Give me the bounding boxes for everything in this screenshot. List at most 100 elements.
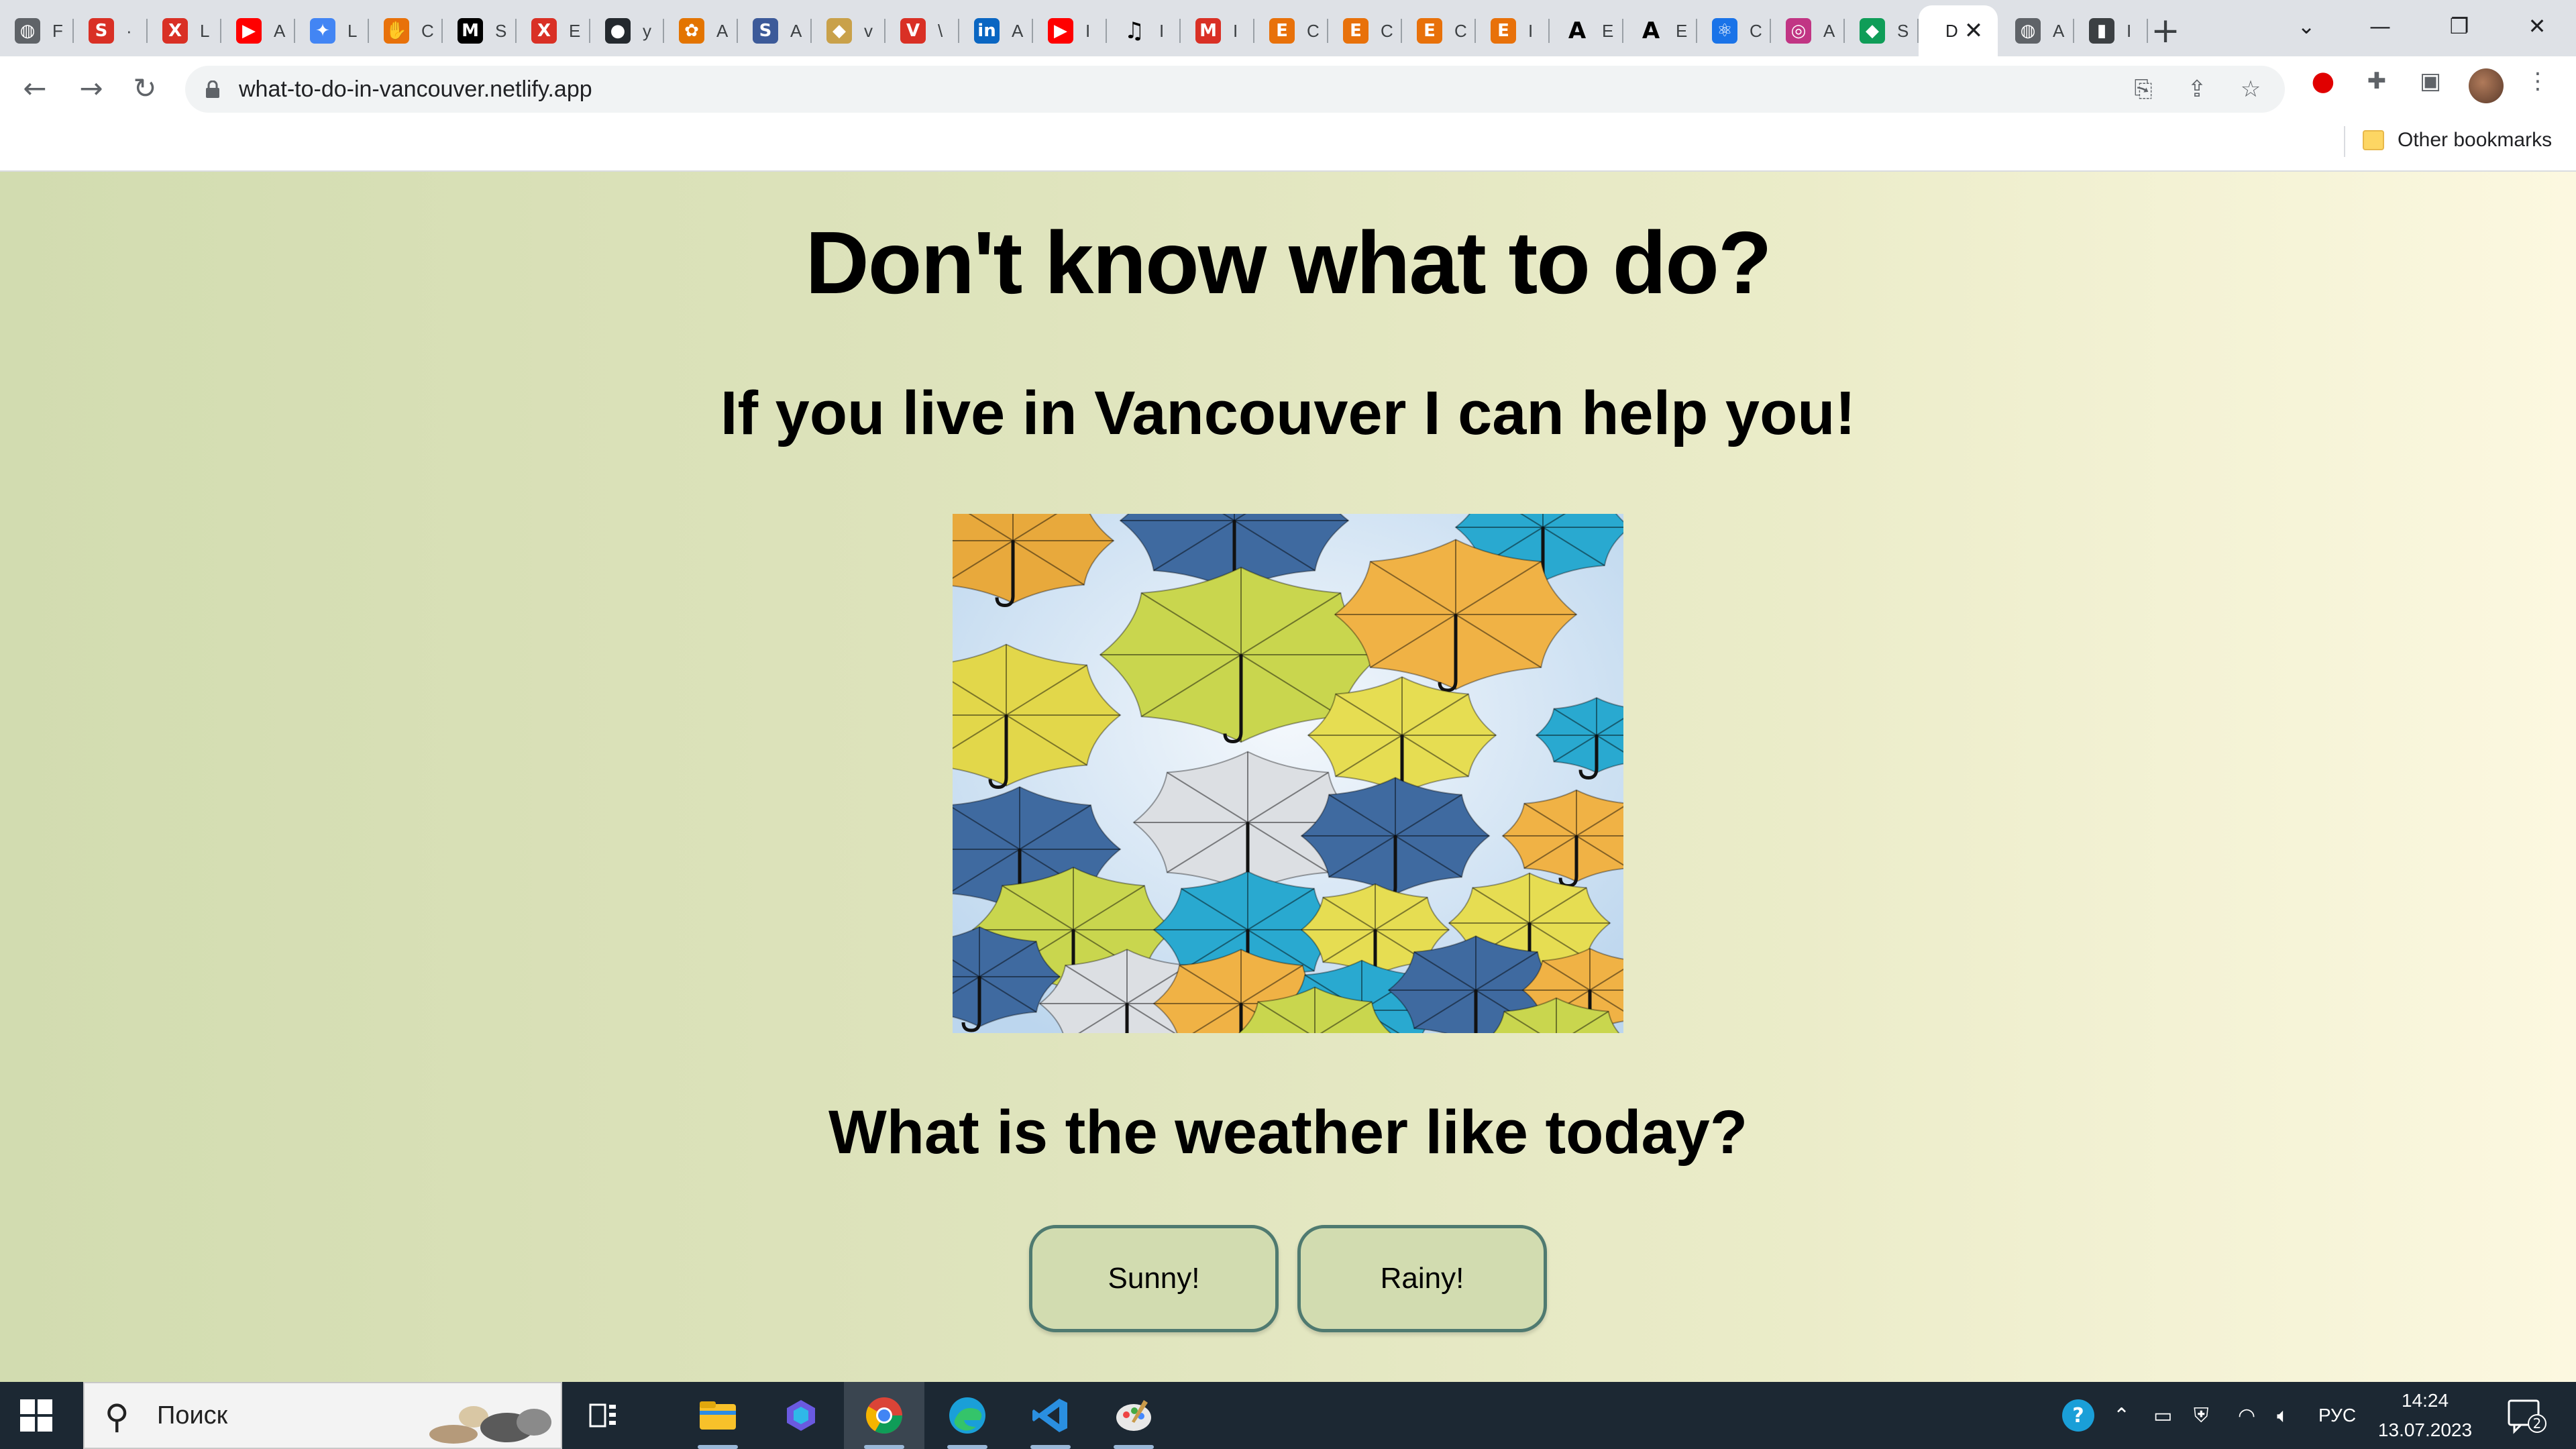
tab[interactable]: ✋ C [369, 5, 443, 56]
clock-time: 14:24 [2401, 1390, 2449, 1411]
tab[interactable]: ◎ A [1771, 5, 1845, 56]
tab[interactable]: EC [1402, 5, 1476, 56]
tab[interactable]: ◆ v [812, 5, 885, 56]
globe-icon: ◍ [2015, 18, 2041, 44]
tab[interactable]: EI [1476, 5, 1550, 56]
restore-button[interactable]: ❐ [2439, 9, 2479, 43]
tab[interactable]: ◆ S [1845, 5, 1919, 56]
tab[interactable]: SA [738, 5, 812, 56]
tab[interactable]: AE [1623, 5, 1697, 56]
translate-icon[interactable]: ⎘ [2128, 74, 2159, 105]
minimize-button[interactable]: — [2360, 9, 2400, 43]
globe-icon: ◍ [15, 18, 40, 44]
tab[interactable]: ● y [590, 5, 664, 56]
tab[interactable]: in A [959, 5, 1033, 56]
tab-title: L [200, 20, 210, 41]
page-content: Don't know what to do? If you live in Va… [0, 172, 2576, 1382]
tab[interactable]: ▮ I [2074, 5, 2148, 56]
puzzle-icon: ✦ [310, 18, 335, 44]
vscode-icon[interactable] [1010, 1382, 1091, 1449]
tab[interactable]: AE [1550, 5, 1623, 56]
browser-toolbar: ← → ↻ what-to-do-in-vancouver.netlify.ap… [0, 56, 2576, 172]
reload-button[interactable]: ↻ [125, 68, 165, 109]
notifications-count: 2 [2533, 1415, 2542, 1432]
tab[interactable]: ◍ F [0, 5, 74, 56]
share-icon[interactable]: ⇪ [2182, 74, 2212, 105]
figure-icon: X [162, 18, 188, 44]
rainy-button[interactable]: Rainy! [1297, 1225, 1547, 1332]
clock-date: 13.07.2023 [2377, 1419, 2473, 1440]
other-bookmarks-button[interactable]: Other bookmarks [2363, 123, 2552, 157]
tab[interactable]: ♫ I [1107, 5, 1181, 56]
tab-divider [2147, 19, 2148, 43]
tab-title: I [1528, 20, 1534, 41]
github-icon: ● [605, 18, 631, 44]
tab[interactable]: ◍ A [2000, 5, 2074, 56]
search-highlight-stones-icon [429, 1406, 551, 1444]
back-button[interactable]: ← [15, 68, 55, 109]
language-indicator[interactable]: РУС [2318, 1382, 2356, 1449]
url-text[interactable]: what-to-do-in-vancouver.netlify.app [239, 66, 592, 113]
tab[interactable]: MI [1181, 5, 1254, 56]
figure-icon: X [531, 18, 557, 44]
chrome-icon[interactable] [844, 1382, 924, 1449]
tab[interactable]: ▶ I [1033, 5, 1107, 56]
tab[interactable]: EC [1328, 5, 1402, 56]
windows-start-icon[interactable] [20, 1399, 52, 1432]
close-window-button[interactable]: ✕ [2517, 9, 2557, 43]
show-hidden-icons-chevron-icon[interactable]: ⌃ [2113, 1382, 2130, 1449]
tab[interactable]: ✿ A [664, 5, 738, 56]
notifications-button[interactable]: 2 [2506, 1382, 2546, 1449]
tab-title: C [1454, 20, 1467, 41]
side-panel-icon[interactable]: ▣ [2415, 66, 2446, 97]
a-letter-icon: A [1642, 17, 1660, 44]
notifications-icon: 2 [2508, 1399, 2546, 1434]
tab[interactable]: ▶ A [221, 5, 295, 56]
tab[interactable]: MS [443, 5, 517, 56]
tab-search-button[interactable]: ⌄ [2286, 9, 2326, 43]
lock-icon [206, 80, 219, 98]
bookmark-star-icon[interactable]: ☆ [2235, 74, 2266, 105]
extensions-puzzle-icon[interactable]: ✚ [2361, 66, 2392, 97]
close-tab-icon[interactable]: ✕ [1960, 17, 1987, 44]
active-indicator [1114, 1445, 1154, 1449]
volume-icon[interactable]: 🔈︎ [2277, 1382, 2289, 1449]
tab-active[interactable]: D ✕ [1919, 5, 1998, 56]
profile-avatar[interactable] [2469, 68, 2504, 103]
file-explorer-icon[interactable] [678, 1382, 758, 1449]
new-tab-button[interactable]: + [2147, 12, 2184, 50]
copilot-icon[interactable] [761, 1382, 841, 1449]
page-title: Don't know what to do? [805, 213, 1772, 312]
page-subtitle: If you live in Vancouver I can help you! [720, 379, 1856, 447]
tab[interactable]: XE [517, 5, 590, 56]
folder-icon [2363, 130, 2384, 150]
forward-button[interactable]: → [71, 68, 111, 109]
tab[interactable]: ⚛ C [1697, 5, 1771, 56]
wifi-icon[interactable]: ◠ [2238, 1382, 2255, 1449]
taskbar-clock[interactable]: 14:24 13.07.2023 [2361, 1386, 2489, 1445]
battery-icon[interactable]: ▭ [2153, 1382, 2172, 1449]
a-letter-icon: A [1568, 17, 1587, 44]
tab-title: v [864, 20, 873, 41]
edge-icon[interactable] [927, 1382, 1008, 1449]
tab[interactable]: ✦ L [295, 5, 369, 56]
e-logo-icon: E [1417, 18, 1442, 44]
menu-kebab-icon[interactable]: ⋮ [2522, 66, 2553, 97]
tab[interactable]: S · [74, 5, 148, 56]
sunny-button[interactable]: Sunny! [1029, 1225, 1279, 1332]
tab[interactable]: V \ [885, 5, 959, 56]
tab[interactable]: XL [148, 5, 221, 56]
tab[interactable]: EC [1254, 5, 1328, 56]
other-bookmarks-label: Other bookmarks [2398, 129, 2553, 151]
address-bar[interactable]: what-to-do-in-vancouver.netlify.app ⎘ ⇪ … [185, 66, 2285, 113]
opera-extension-icon[interactable]: ● [2308, 66, 2339, 97]
paint-icon[interactable] [1093, 1382, 1174, 1449]
task-view-icon[interactable] [564, 1382, 644, 1449]
security-shield-icon[interactable]: ⛨ [2194, 1382, 2209, 1449]
active-indicator [947, 1445, 987, 1449]
help-icon[interactable]: ? [2061, 1382, 2096, 1449]
taskbar-search-box[interactable]: ⚲ Поиск [83, 1382, 562, 1449]
tab-title: I [1159, 20, 1165, 41]
e-logo-icon: E [1343, 18, 1368, 44]
tab-strip: + ⌄ — ❐ ✕ ◍ F S · X L ▶ A ✦ L ✋ C M S X E ● y ✿ A S A ◆ v V \ in A ▶… [0, 0, 2576, 56]
